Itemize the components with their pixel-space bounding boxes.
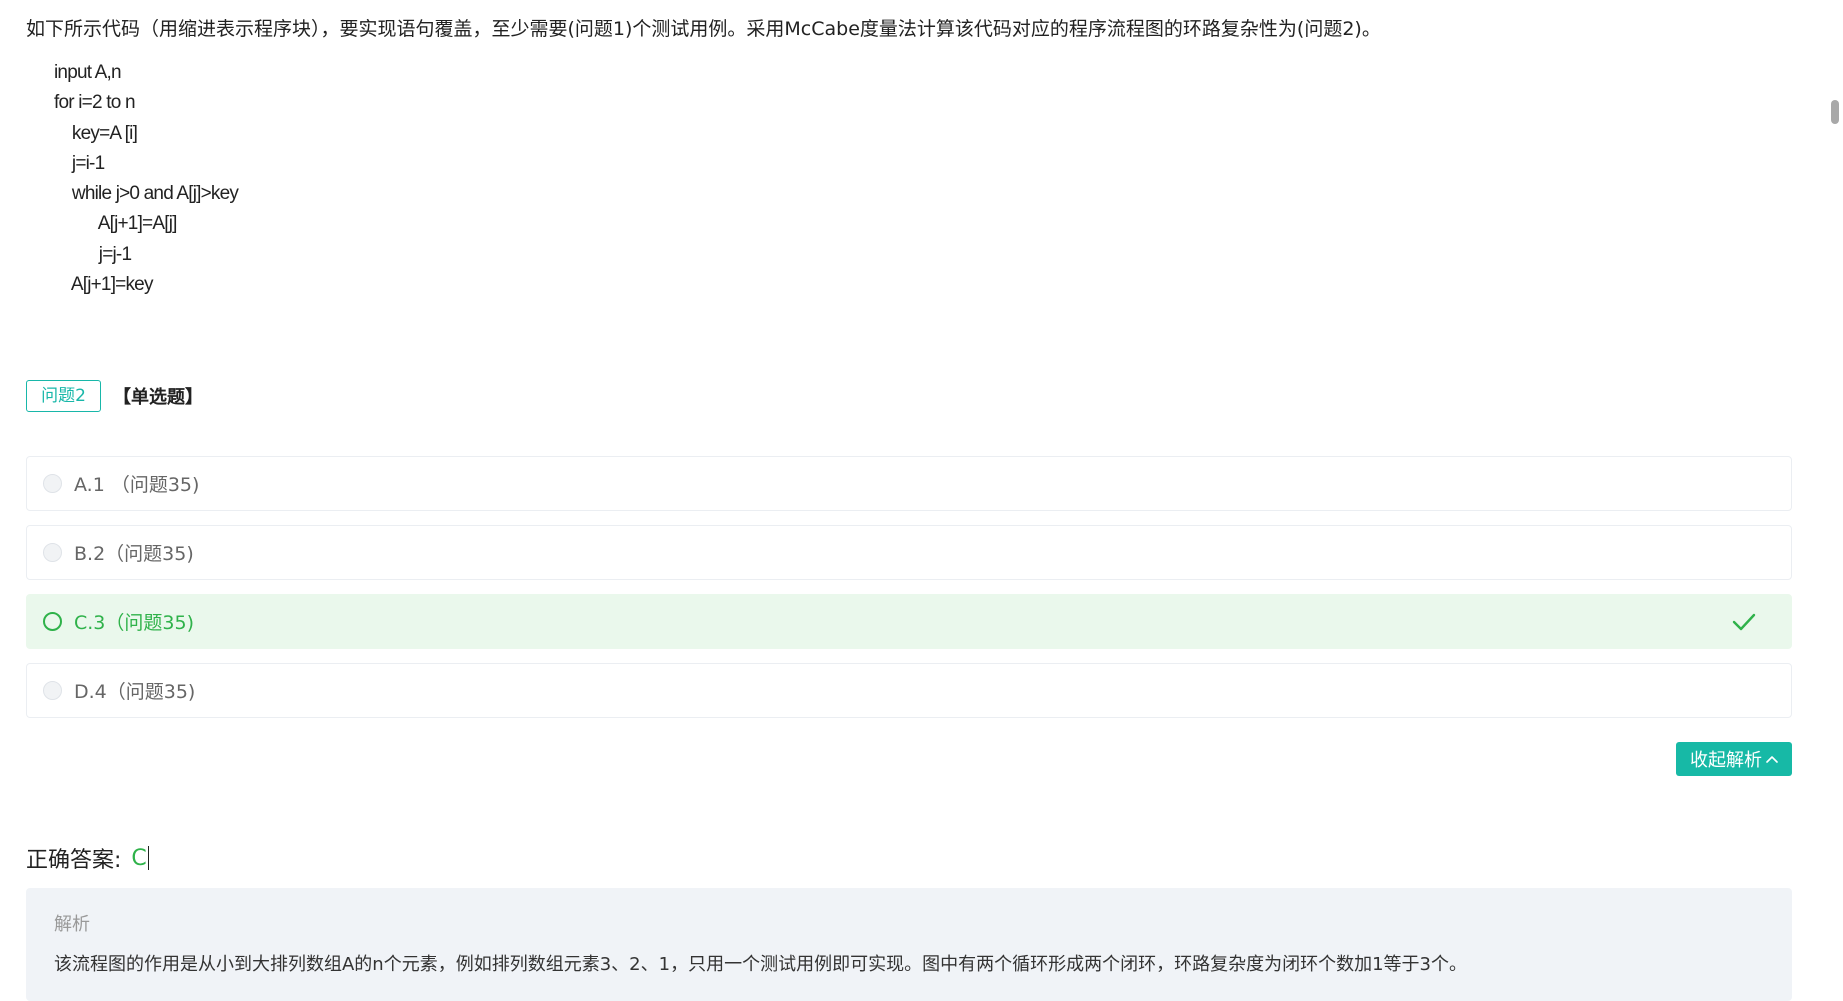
option-label: C.3（问题35) bbox=[74, 612, 194, 634]
collapse-analysis-button[interactable]: 收起解析 bbox=[1676, 742, 1792, 776]
subquestion-tag: 问题2 bbox=[26, 380, 101, 412]
code-line: while j>0 and A[j]>key bbox=[54, 183, 239, 205]
option-c[interactable]: C.3（问题35) bbox=[26, 594, 1792, 649]
radio-button[interactable] bbox=[43, 543, 62, 562]
code-block: input A,n for i=2 to n key=A [i] j=i-1 w… bbox=[54, 58, 239, 300]
option-label: D.4（问题35) bbox=[74, 681, 196, 703]
question-stem: 如下所示代码（用缩进表示程序块），要实现语句覆盖，至少需要(问题1)个测试用例。… bbox=[26, 18, 1381, 40]
radio-button[interactable] bbox=[43, 474, 62, 493]
option-label: A.1 （问题35) bbox=[74, 474, 200, 496]
radio-button[interactable] bbox=[43, 612, 62, 631]
option-d[interactable]: D.4（问题35) bbox=[26, 663, 1792, 718]
code-line: j=i-1 bbox=[54, 152, 105, 174]
code-line: A[j+1]=key bbox=[54, 274, 154, 296]
check-icon bbox=[1732, 613, 1756, 631]
code-line: key=A [i] bbox=[54, 122, 138, 144]
scrollbar-thumb[interactable] bbox=[1831, 100, 1839, 124]
option-a[interactable]: A.1 （问题35) bbox=[26, 456, 1792, 511]
code-line: input A,n bbox=[54, 62, 122, 83]
analysis-title: 解析 bbox=[54, 914, 90, 935]
collapse-button-label: 收起解析 bbox=[1690, 750, 1762, 771]
question-type-label: 【单选题】 bbox=[113, 387, 203, 408]
code-line: j=j-1 bbox=[54, 243, 132, 265]
code-line: A[j+1]=A[j] bbox=[54, 213, 178, 235]
question-page: 如下所示代码（用缩进表示程序块），要实现语句覆盖，至少需要(问题1)个测试用例。… bbox=[0, 0, 1843, 1001]
code-line: for i=2 to n bbox=[54, 92, 136, 114]
radio-button[interactable] bbox=[43, 681, 62, 700]
subquestion-header: 问题2 【单选题】 bbox=[26, 380, 203, 412]
correct-answer-row: 正确答案: C bbox=[26, 842, 149, 874]
text-caret bbox=[147, 846, 149, 870]
option-label: B.2（问题35) bbox=[74, 543, 194, 565]
scrollbar[interactable] bbox=[1824, 0, 1843, 1001]
answer-label: 正确答案: bbox=[26, 848, 122, 873]
analysis-panel: 解析 该流程图的作用是从小到大排列数组A的n个元素，例如排列数组元素3、2、1，… bbox=[26, 888, 1792, 1001]
analysis-text: 该流程图的作用是从小到大排列数组A的n个元素，例如排列数组元素3、2、1，只用一… bbox=[54, 954, 1467, 975]
option-b[interactable]: B.2（问题35) bbox=[26, 525, 1792, 580]
chevron-up-icon bbox=[1766, 756, 1778, 763]
answer-value: C bbox=[131, 845, 147, 871]
